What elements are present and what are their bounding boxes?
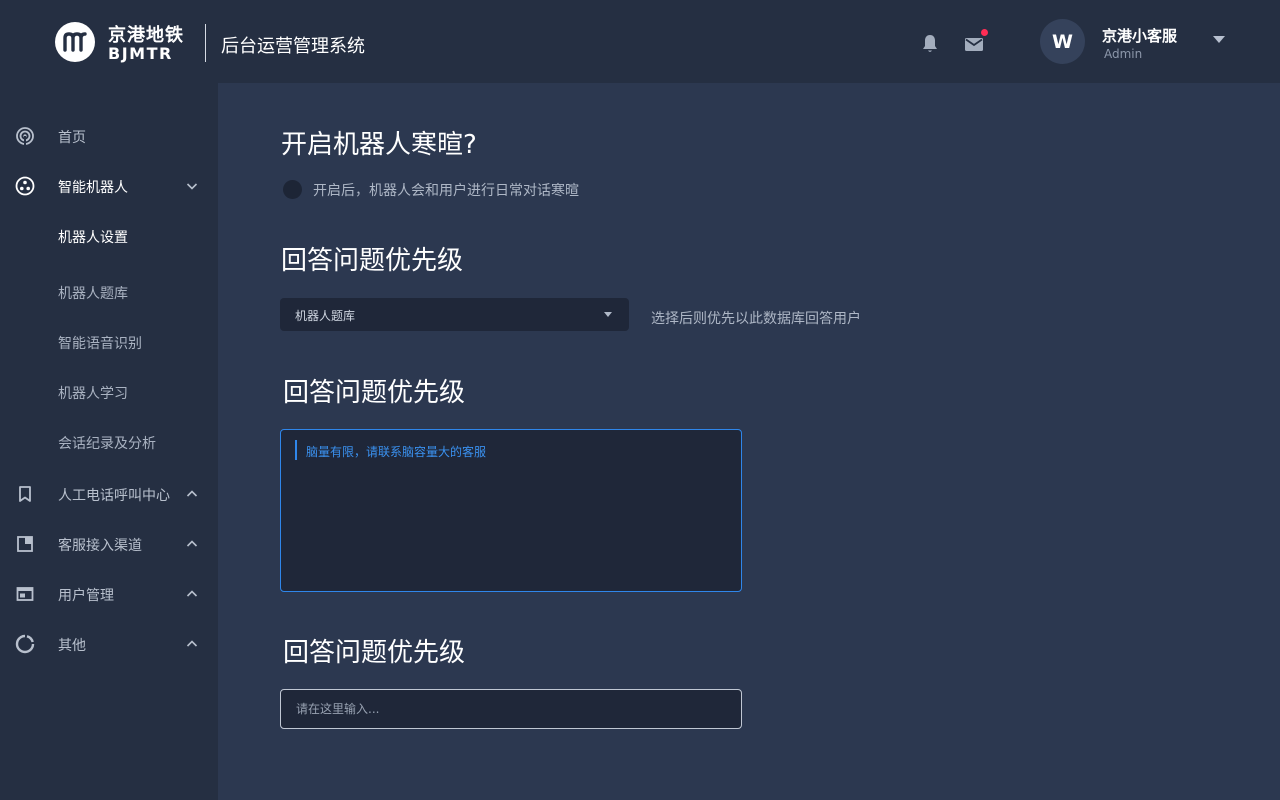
chevron-down-icon: [186, 183, 198, 190]
notification-dot: [981, 29, 988, 36]
priority-input-title: 回答问题优先级: [283, 638, 466, 668]
notifications-button[interactable]: [918, 32, 942, 56]
priority-database-select[interactable]: 机器人题库: [280, 298, 629, 331]
sidebar-item-label: 其他: [58, 638, 86, 654]
priority-text-input[interactable]: [280, 689, 742, 729]
sidebar-item-user-management[interactable]: 用户管理: [0, 574, 218, 614]
logo-divider: [205, 24, 206, 62]
pie-chart-icon: [15, 634, 35, 654]
sidebar-subitem-voice-recognition[interactable]: 智能语音识别: [0, 324, 218, 360]
sidebar-subitem-label: 机器人题库: [58, 286, 128, 302]
priority-textarea-title: 回答问题优先级: [283, 378, 466, 408]
sidebar-item-label: 用户管理: [58, 588, 114, 604]
select-value: 机器人题库: [295, 309, 356, 323]
chevron-up-icon: [186, 590, 198, 597]
chevron-up-icon: [186, 640, 198, 647]
greeting-toggle-description: 开启后，机器人会和用户进行日常对话寒暄: [313, 183, 579, 199]
sidebar-subitem-robot-learning[interactable]: 机器人学习: [0, 374, 218, 410]
greeting-section-title: 开启机器人寒暄?: [281, 130, 477, 160]
user-card-icon: [16, 587, 34, 601]
greeting-toggle-radio[interactable]: [283, 180, 302, 199]
window-icon: [17, 536, 33, 552]
bookmark-icon: [19, 486, 31, 502]
textarea-value: 脑量有限，请联系脑容量大的客服: [306, 445, 487, 459]
sidebar-subitem-robot-settings[interactable]: 机器人设置: [0, 218, 218, 254]
sidebar-item-home[interactable]: 首页: [0, 116, 218, 156]
sidebar-subitem-label: 机器人设置: [58, 230, 128, 246]
avatar[interactable]: W: [1040, 19, 1085, 64]
system-title: 后台运营管理系统: [221, 36, 365, 57]
sidebar-item-label: 首页: [58, 130, 86, 146]
caret-down-icon[interactable]: [604, 312, 612, 317]
sidebar-item-service-channels[interactable]: 客服接入渠道: [0, 524, 218, 564]
messages-button[interactable]: [962, 29, 988, 56]
bell-icon: [923, 35, 937, 52]
sidebar-item-other[interactable]: 其他: [0, 624, 218, 664]
top-header: 京港地铁 BJMTR 后台运营管理系统 W 京港小客服 Admin: [0, 0, 1280, 83]
user-role: Admin: [1104, 47, 1143, 61]
chevron-up-icon: [186, 490, 198, 497]
sidebar-subitem-label: 会话纪录及分析: [58, 436, 156, 452]
priority-select-title: 回答问题优先级: [281, 246, 464, 276]
sidebar-subitem-label: 智能语音识别: [58, 336, 142, 352]
sidebar-item-call-center[interactable]: 人工电话呼叫中心: [0, 474, 218, 514]
sidebar-subitem-session-records[interactable]: 会话纪录及分析: [0, 424, 218, 460]
sidebar-subitem-robot-question-bank[interactable]: 机器人题库: [0, 274, 218, 310]
chevron-up-icon: [186, 540, 198, 547]
bjmtr-logo-icon: [55, 22, 95, 62]
priority-select-hint: 选择后则优先以此数据库回答用户: [651, 311, 861, 327]
sidebar-item-label: 客服接入渠道: [58, 538, 142, 554]
sidebar-item-label: 人工电话呼叫中心: [58, 488, 170, 504]
home-signal-icon: [16, 127, 34, 145]
logo-english-name: BJMTR: [108, 44, 173, 63]
priority-reply-textarea[interactable]: 脑量有限，请联系脑容量大的客服: [280, 429, 742, 592]
robot-icon: [15, 176, 35, 196]
text-cursor: [295, 440, 297, 460]
sidebar: 首页 智能机器人 机器人设置 机器人题库 智能语音识别 机器人学习 会话纪录及分…: [0, 83, 218, 800]
sidebar-item-label: 智能机器人: [58, 180, 128, 196]
sidebar-subitem-label: 机器人学习: [58, 386, 128, 402]
user-name[interactable]: 京港小客服: [1102, 25, 1177, 46]
user-menu-caret-icon[interactable]: [1213, 36, 1225, 43]
sidebar-item-smart-robot[interactable]: 智能机器人: [0, 166, 218, 206]
